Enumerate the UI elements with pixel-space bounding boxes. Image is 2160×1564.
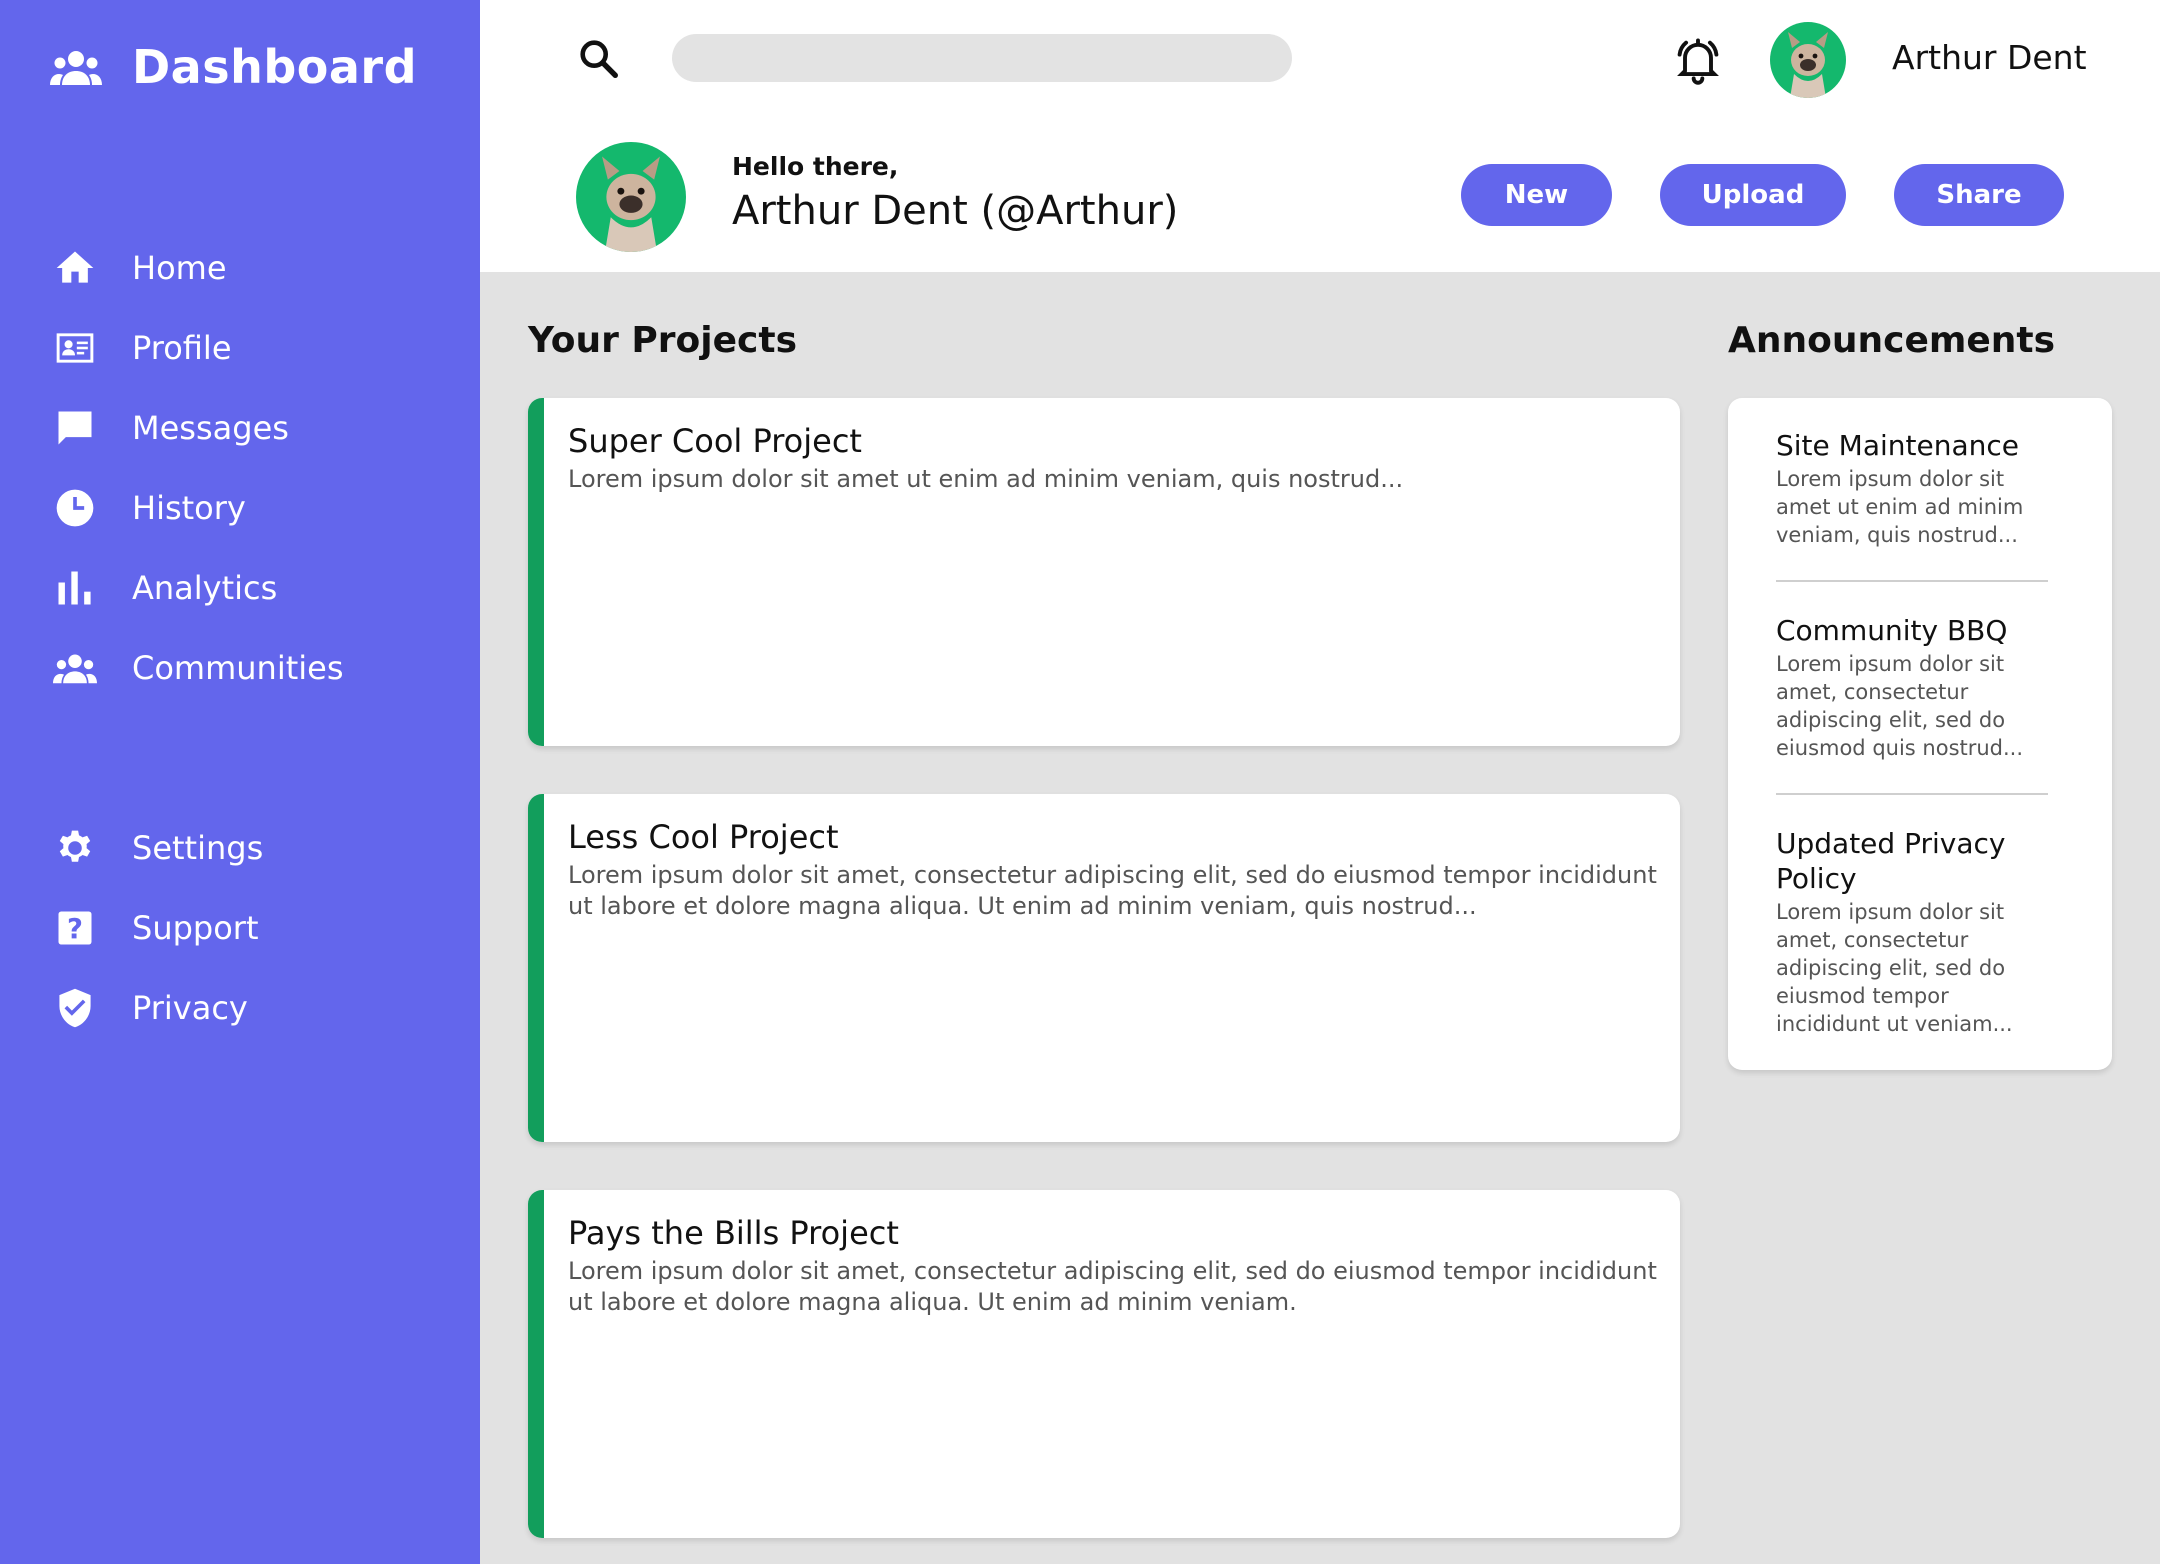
project-card[interactable]: Super Cool Project Lorem ipsum dolor sit… xyxy=(528,398,1680,746)
bell-icon[interactable] xyxy=(1672,34,1724,86)
people-icon xyxy=(50,47,102,87)
sidebar-item-settings[interactable]: Settings xyxy=(50,808,450,888)
announcements-heading: Announcements xyxy=(1728,320,2056,361)
search-input[interactable] xyxy=(672,34,1292,82)
project-title: Super Cool Project xyxy=(568,422,862,460)
sidebar: Dashboard Home Profile Messages History xyxy=(0,0,480,1564)
shield-check-icon xyxy=(50,986,100,1030)
id-card-icon xyxy=(50,326,100,370)
sidebar-item-privacy[interactable]: Privacy xyxy=(50,968,450,1048)
project-card[interactable]: Less Cool Project Lorem ipsum dolor sit … xyxy=(528,794,1680,1142)
announcement-description: Lorem ipsum dolor sit amet ut enim ad mi… xyxy=(1776,467,2024,547)
help-icon: ? xyxy=(50,906,100,950)
search-icon[interactable] xyxy=(576,36,622,82)
announcement-title: Site Maintenance xyxy=(1776,429,2019,462)
sidebar-item-support[interactable]: ? Support xyxy=(50,888,450,968)
project-description: Lorem ipsum dolor sit amet, consectetur … xyxy=(568,1257,1657,1316)
new-button[interactable]: New xyxy=(1461,164,1612,226)
sidebar-item-label: Messages xyxy=(132,409,289,447)
sidebar-item-history[interactable]: History xyxy=(50,468,450,548)
project-title: Less Cool Project xyxy=(568,818,839,856)
divider xyxy=(1776,793,2048,795)
user-fullname: Arthur Dent (@Arthur) xyxy=(732,188,1179,234)
avatar[interactable] xyxy=(1770,22,1846,98)
svg-text:?: ? xyxy=(67,913,83,945)
sidebar-item-communities[interactable]: Communities xyxy=(50,628,450,708)
announcement-item[interactable]: Updated Privacy Policy Lorem ipsum dolor… xyxy=(1776,826,2054,1038)
sidebar-item-analytics[interactable]: Analytics xyxy=(50,548,450,628)
brand: Dashboard xyxy=(50,40,417,94)
chat-bubble-icon xyxy=(50,406,100,450)
announcement-item[interactable]: Community BBQ Lorem ipsum dolor sit amet… xyxy=(1776,613,2054,762)
divider xyxy=(1776,580,2048,582)
sidebar-item-label: Support xyxy=(132,909,259,947)
gear-icon xyxy=(50,826,100,870)
profile-avatar xyxy=(576,142,686,252)
clock-icon xyxy=(50,486,100,530)
announcement-description: Lorem ipsum dolor sit amet, consectetur … xyxy=(1776,900,2013,1036)
sidebar-item-label: Privacy xyxy=(132,989,248,1027)
home-icon xyxy=(50,246,100,290)
people-icon xyxy=(50,646,100,690)
sidebar-item-label: Settings xyxy=(132,829,264,867)
upload-button[interactable]: Upload xyxy=(1660,164,1846,226)
sidebar-item-messages[interactable]: Messages xyxy=(50,388,450,468)
sidebar-item-label: Home xyxy=(132,249,227,287)
announcements-panel: Site Maintenance Lorem ipsum dolor sit a… xyxy=(1728,398,2112,1070)
share-button[interactable]: Share xyxy=(1894,164,2064,226)
announcement-title: Updated Privacy Policy xyxy=(1776,827,2006,895)
header: Arthur Dent Hello there, Arthur Dent (@A… xyxy=(480,0,2160,272)
sidebar-item-label: Analytics xyxy=(132,569,278,607)
bar-chart-icon xyxy=(50,566,100,610)
sidebar-item-home[interactable]: Home xyxy=(50,228,450,308)
sidebar-item-label: Profile xyxy=(132,329,232,367)
sidebar-item-label: Communities xyxy=(132,649,344,687)
app-title: Dashboard xyxy=(132,40,418,94)
project-description: Lorem ipsum dolor sit amet ut enim ad mi… xyxy=(568,465,1404,493)
project-title: Pays the Bills Project xyxy=(568,1214,899,1252)
main-nav: Home Profile Messages History Analytics xyxy=(50,228,450,708)
project-description: Lorem ipsum dolor sit amet, consectetur … xyxy=(568,861,1657,920)
announcement-title: Community BBQ xyxy=(1776,614,2008,647)
secondary-nav: Settings ? Support Privacy xyxy=(50,808,450,1048)
announcement-description: Lorem ipsum dolor sit amet, consectetur … xyxy=(1776,652,2024,760)
sidebar-item-profile[interactable]: Profile xyxy=(50,308,450,388)
sidebar-item-label: History xyxy=(132,489,246,527)
header-username[interactable]: Arthur Dent xyxy=(1892,38,2087,77)
announcement-item[interactable]: Site Maintenance Lorem ipsum dolor sit a… xyxy=(1776,428,2054,549)
projects-heading: Your Projects xyxy=(528,320,798,361)
greeting-text: Hello there, xyxy=(732,152,899,181)
project-card[interactable]: Pays the Bills Project Lorem ipsum dolor… xyxy=(528,1190,1680,1538)
